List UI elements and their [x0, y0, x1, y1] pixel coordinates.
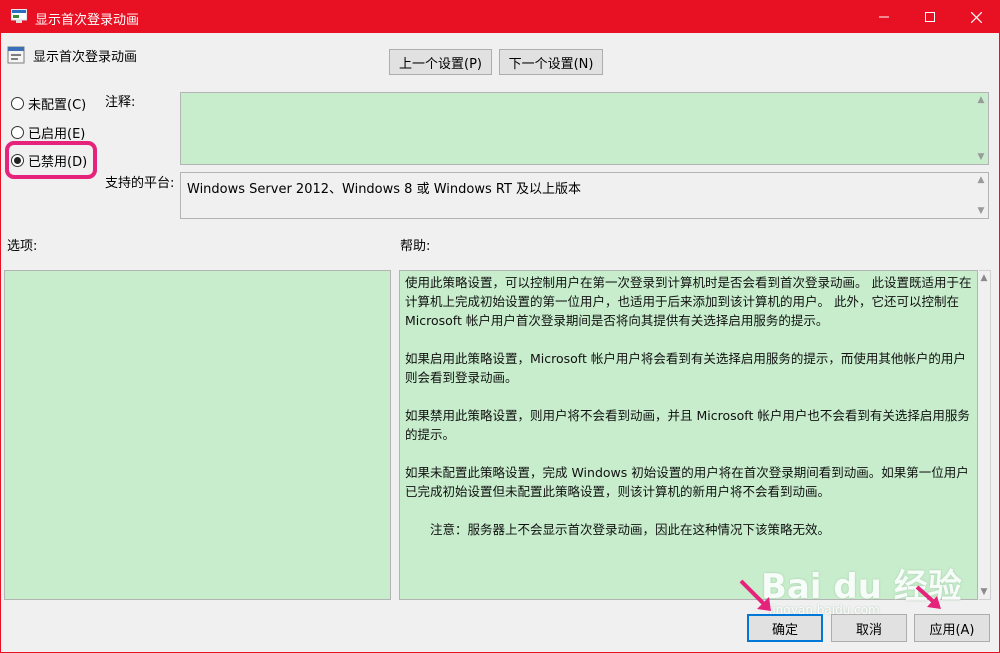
help-paragraph: 如果未配置此策略设置，完成 Windows 初始设置的用户将在首次登录期间看到动… — [405, 465, 969, 499]
ok-button[interactable]: 确定 — [747, 614, 823, 642]
scroll-down-icon[interactable]: ▼ — [976, 152, 986, 162]
help-paragraph: 如果禁用此策略设置，则用户将不会看到动画，并且 Microsoft 帐户用户也不… — [405, 408, 970, 442]
radio-not-configured[interactable]: 未配置(C) — [11, 93, 86, 113]
policy-header: 显示首次登录动画 — [7, 45, 137, 65]
platform-value: Windows Server 2012、Windows 8 或 Windows … — [187, 182, 582, 197]
radio-circle — [11, 125, 24, 139]
comment-textarea[interactable]: ▲ ▼ — [180, 92, 989, 165]
next-setting-button[interactable]: 下一个设置(N) — [499, 49, 603, 75]
radio-label: 未配置(C) — [28, 97, 87, 113]
platform-label: 支持的平台: — [105, 176, 175, 191]
maximize-icon — [925, 12, 935, 22]
options-panel — [4, 270, 391, 600]
help-text: 使用此策略设置，可以控制用户在第一次登录到计算机时是否会看到首次登录动画。 此设… — [405, 273, 973, 558]
close-icon — [970, 11, 982, 23]
annotation-arrow-apply — [915, 585, 941, 609]
maximize-button[interactable] — [907, 1, 953, 33]
close-button[interactable] — [953, 1, 999, 33]
scroll-down-icon[interactable]: ▼ — [976, 206, 986, 216]
help-paragraph: 使用此策略设置，可以控制用户在第一次登录到计算机时是否会看到首次登录动画。 此设… — [405, 275, 972, 328]
cancel-button[interactable]: 取消 — [831, 614, 907, 642]
window-title: 显示首次登录动画 — [35, 13, 140, 28]
radio-label: 已启用(E) — [28, 126, 86, 142]
annotation-arrow-ok — [739, 579, 771, 611]
platform-field: Windows Server 2012、Windows 8 或 Windows … — [180, 172, 989, 219]
help-scrollbar[interactable]: ▲ ▼ — [979, 270, 991, 600]
minimize-icon — [879, 16, 889, 18]
scroll-up-icon[interactable]: ▲ — [979, 273, 989, 283]
radio-enabled[interactable]: 已启用(E) — [11, 122, 85, 142]
minimize-button[interactable] — [861, 1, 907, 33]
previous-setting-button[interactable]: 上一个设置(P) — [389, 49, 492, 75]
radio-circle — [11, 96, 24, 110]
scroll-up-icon[interactable]: ▲ — [976, 95, 986, 105]
options-label: 选项: — [7, 239, 38, 254]
scroll-down-icon[interactable]: ▼ — [979, 587, 989, 597]
group-policy-icon — [11, 9, 27, 23]
apply-button[interactable]: 应用(A) — [914, 614, 990, 642]
policy-setting-icon — [7, 46, 25, 64]
annotation-highlight — [5, 141, 97, 179]
policy-dialog: 显示首次登录动画 显示首次登录动画 上一个设置(P) 下一个设置(N) 未配置(… — [0, 0, 1000, 653]
comment-label: 注释: — [105, 95, 136, 110]
policy-title: 显示首次登录动画 — [33, 49, 138, 65]
title-bar: 显示首次登录动画 — [1, 1, 999, 33]
help-paragraph: 如果启用此策略设置，Microsoft 帐户用户将会看到有关选择启用服务的提示，… — [405, 351, 966, 385]
scroll-up-icon[interactable]: ▲ — [976, 175, 986, 185]
help-label: 帮助: — [400, 239, 431, 254]
help-note: 注意：服务器上不会显示首次登录动画，因此在这种情况下该策略无效。 — [430, 522, 831, 537]
